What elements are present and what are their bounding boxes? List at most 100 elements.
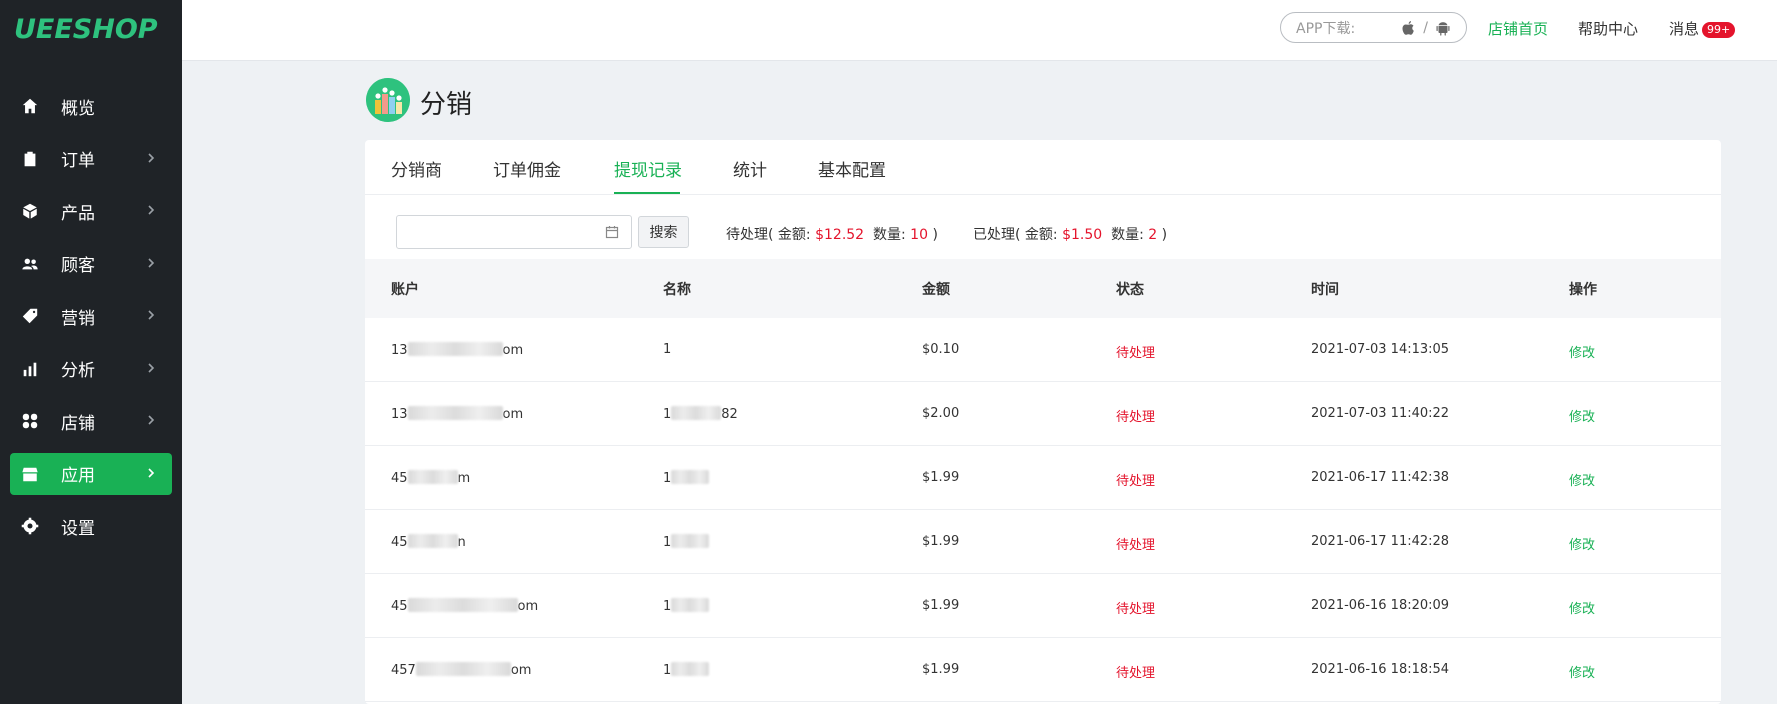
redacted-block [671, 598, 710, 612]
sidebar-item-apps[interactable]: 应用 [10, 452, 172, 495]
name-start: 1 [663, 599, 672, 614]
date-range-input[interactable] [396, 215, 632, 249]
sidebar-item-label: 产品 [61, 203, 95, 224]
edit-link[interactable]: 修改 [1569, 406, 1595, 425]
help-center-link[interactable]: 帮助中心 [1578, 18, 1638, 39]
account-cell: 45 m [391, 470, 470, 486]
chevron-right-icon [144, 151, 158, 165]
amount-cell: $2.00 [922, 406, 960, 421]
amount-cell: $1.99 [922, 470, 960, 485]
distribution-app-icon [366, 78, 410, 122]
account-end: om [502, 407, 524, 422]
page-title: 分销 [420, 90, 473, 120]
redacted-block [671, 534, 710, 548]
name-cell: 1 [663, 470, 710, 486]
topbar: APP下载: / 店铺首页 帮助中心 消息 99+ [182, 0, 1777, 61]
table-row: 45 om 1 $1.99 待处理 2021-06-16 18:20:09 修改 [365, 574, 1721, 638]
sidebar-item-label: 订单 [61, 151, 95, 171]
column-header-account: 账户 [391, 282, 419, 298]
time-cell: 2021-06-16 18:20:09 [1311, 598, 1450, 613]
active-tab-indicator [614, 192, 680, 194]
name-start: 1 [663, 471, 672, 486]
bar-chart-icon [20, 359, 40, 379]
sidebar-item-settings[interactable]: 设置 [10, 505, 172, 547]
sidebar-item-store[interactable]: 店铺 [10, 400, 172, 442]
pending-prefix: 待处理( 金额: [726, 227, 811, 243]
name-start: 1 [663, 407, 672, 422]
account-cell: 457 om [391, 662, 531, 678]
column-header-status: 状态 [1116, 282, 1144, 298]
sidebar-nav: 概览 订单 产品 顾客 营销 分析 店铺 应用 设置 [0, 85, 182, 547]
redacted-block [407, 534, 458, 548]
name-start: 1 [663, 535, 672, 550]
table-row: 13 om 1 $0.10 待处理 2021-07-03 14:13:05 修改 [365, 318, 1721, 382]
edit-link[interactable]: 修改 [1569, 470, 1595, 489]
tab-bar: 分销商 订单佣金 提现记录 统计 基本配置 [365, 140, 1721, 195]
status-badge: 待处理 [1116, 474, 1156, 489]
android-icon[interactable] [1434, 19, 1452, 37]
edit-link[interactable]: 修改 [1569, 342, 1595, 361]
column-header-amount: 金额 [922, 282, 950, 298]
account-end: om [502, 343, 524, 358]
filter-bar: 搜索 待处理( 金额: $12.52 数量: 10 ) 已处理( 金额: $1.… [396, 215, 1696, 249]
edit-link[interactable]: 修改 [1569, 662, 1595, 681]
table-row: 45 n 1 $1.99 待处理 2021-06-17 11:42:28 修改 [365, 510, 1721, 574]
store-icon [20, 464, 40, 484]
processed-amount: $1.50 [1062, 227, 1103, 243]
account-start: 45 [391, 599, 408, 614]
apple-icon[interactable] [1399, 19, 1417, 37]
redacted-block [671, 662, 710, 676]
name-cell: 1 [663, 342, 671, 357]
account-end: n [457, 535, 466, 550]
pending-count: 10 [910, 227, 928, 243]
sidebar-item-orders[interactable]: 订单 [10, 138, 172, 180]
status-badge: 待处理 [1116, 410, 1156, 425]
search-button[interactable]: 搜索 [638, 216, 689, 248]
sidebar-item-products[interactable]: 产品 [10, 190, 172, 232]
messages-link[interactable]: 消息 99+ [1669, 18, 1736, 39]
account-cell: 45 om [391, 598, 538, 614]
pending-summary: 待处理( 金额: $12.52 数量: 10 ) [726, 224, 938, 244]
account-end: m [457, 471, 471, 486]
column-header-action: 操作 [1569, 282, 1597, 298]
time-cell: 2021-07-03 14:13:05 [1311, 342, 1450, 357]
redacted-block [671, 406, 722, 420]
redacted-block [407, 598, 518, 612]
time-cell: 2021-06-16 18:18:54 [1311, 662, 1450, 677]
sidebar-item-label: 应用 [61, 466, 95, 486]
sidebar-item-analytics[interactable]: 分析 [10, 348, 172, 390]
amount-cell: $1.99 [922, 662, 960, 677]
tab-distributors[interactable]: 分销商 [391, 156, 442, 181]
edit-link[interactable]: 修改 [1569, 534, 1595, 553]
account-start: 45 [391, 471, 408, 486]
edit-link[interactable]: 修改 [1569, 598, 1595, 617]
name-cell: 1 [663, 534, 710, 550]
tab-withdrawal-records[interactable]: 提现记录 [614, 156, 682, 181]
sidebar-item-label: 顾客 [61, 256, 95, 276]
table-row: 45 m 1 $1.99 待处理 2021-06-17 11:42:38 修改 [365, 446, 1721, 510]
time-cell: 2021-07-03 11:40:22 [1311, 406, 1450, 421]
redacted-block [407, 406, 503, 420]
tab-statistics[interactable]: 统计 [733, 156, 767, 181]
chevron-right-icon [144, 256, 158, 270]
tab-basic-config[interactable]: 基本配置 [818, 156, 886, 181]
calendar-icon [605, 225, 619, 239]
redacted-block [407, 342, 503, 356]
tab-order-commission[interactable]: 订单佣金 [493, 156, 561, 181]
store-home-link[interactable]: 店铺首页 [1488, 18, 1548, 39]
account-cell: 45 n [391, 534, 466, 550]
logo[interactable]: UEESHOP [0, 0, 182, 58]
tag-icon [20, 306, 40, 326]
sidebar-item-customers[interactable]: 顾客 [10, 243, 172, 285]
app-download-box: APP下载: / [1280, 12, 1467, 43]
column-header-time: 时间 [1311, 282, 1339, 298]
redacted-block [407, 470, 458, 484]
name-cell: 1 82 [663, 406, 738, 422]
sidebar-item-label: 概览 [61, 98, 95, 119]
sidebar-item-marketing[interactable]: 营销 [10, 295, 172, 337]
redacted-block [671, 470, 710, 484]
chevron-right-icon [144, 466, 158, 480]
sidebar-item-overview[interactable]: 概览 [10, 85, 172, 127]
amount-cell: $1.99 [922, 534, 960, 549]
chevron-right-icon [144, 361, 158, 375]
